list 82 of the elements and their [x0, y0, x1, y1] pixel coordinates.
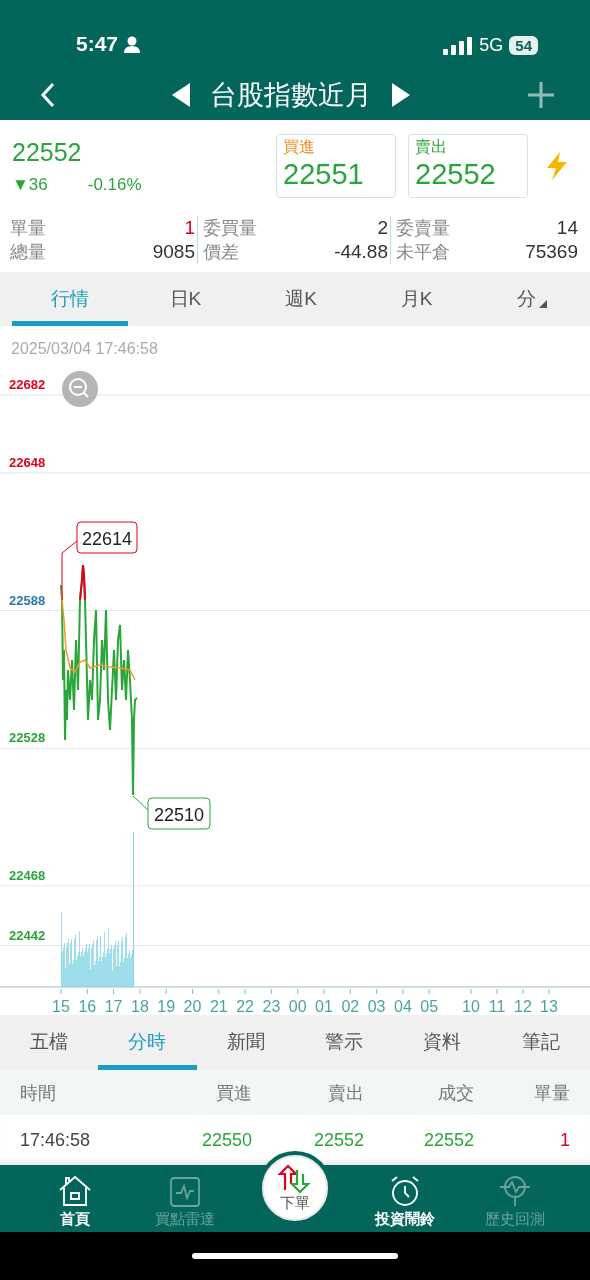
column-header: 賣出 [327, 1081, 364, 1105]
zoom-out-icon[interactable] [62, 371, 98, 407]
ask-button[interactable]: 賣出 22552 [408, 134, 528, 198]
axis-label: 17 [104, 998, 123, 1015]
axis-label: 22442 [9, 927, 46, 943]
chart-tab[interactable]: 週K [243, 272, 359, 326]
stat-label: 委買量 [203, 217, 257, 240]
stat-label: 委賣量 [396, 217, 450, 240]
table-cell-text: 22552 [422, 1129, 474, 1151]
network-label: 5G [479, 35, 504, 56]
stat-label: 未平倉 [396, 241, 450, 264]
table-cell-text: 1 [559, 1129, 570, 1151]
add-button[interactable] [526, 80, 556, 110]
axis-label: 03 [367, 998, 386, 1015]
stat-value: 2 [377, 217, 388, 239]
previous-button[interactable] [170, 82, 192, 108]
back-button[interactable] [40, 82, 56, 108]
last-price: 22552 [12, 138, 83, 167]
stat-value: 1 [184, 217, 195, 239]
stat-value: -44.88 [334, 241, 388, 263]
page-title: 台股指數近月 [210, 79, 372, 112]
stat-value: 9085 [152, 241, 195, 263]
low-callout: 22510 [132, 795, 211, 830]
axis-label: 22468 [9, 867, 46, 883]
column-header: 買進 [215, 1081, 252, 1105]
stat-value: 14 [556, 217, 578, 239]
chart-tab[interactable]: 月K [358, 272, 475, 326]
table-cell-text: 17:46:58 [20, 1129, 92, 1151]
axis-label: 22648 [9, 455, 46, 470]
column-header: 單量 [533, 1081, 570, 1105]
axis-label: 22682 [9, 377, 46, 392]
column-header: 時間 [20, 1081, 57, 1105]
chart-tab[interactable]: 日K [127, 272, 244, 326]
trade-arrows-icon [277, 1163, 313, 1194]
axis-label: 10 [462, 998, 480, 1015]
detail-tab[interactable]: 警示 [295, 1015, 394, 1070]
nav-item[interactable]: 首頁 [20, 1165, 130, 1232]
axis-label: 23 [262, 998, 281, 1015]
timestamp: 2025/03/04 17:46:58 [10, 339, 159, 359]
stat-label: 價差 [203, 241, 239, 264]
chart-tab[interactable]: 分 [474, 272, 590, 326]
axis-label: 19 [157, 998, 176, 1015]
signal-icon [443, 36, 474, 55]
table-cell-text: 22552 [312, 1129, 364, 1151]
clock-time: 5:47 [76, 32, 119, 56]
column-header: 成交 [437, 1081, 474, 1105]
axis-label: 21 [209, 998, 228, 1015]
axis-label: 11 [488, 998, 506, 1015]
detail-tab[interactable]: 五檔 [0, 1015, 99, 1070]
axis-label: 20 [183, 998, 202, 1015]
axis-label: 13 [540, 998, 558, 1015]
axis-label: 22588 [9, 592, 46, 608]
axis-label: 02 [341, 998, 360, 1015]
axis-label: 04 [394, 998, 412, 1015]
axis-label: 22 [236, 998, 254, 1015]
home-icon [58, 1175, 92, 1207]
stat-label: 總量 [10, 241, 46, 264]
peak-line [79, 564, 86, 601]
axis-label: 15 [52, 998, 70, 1015]
axis-label: 00 [288, 998, 307, 1015]
detail-tab[interactable]: 筆記 [491, 1015, 590, 1070]
lightning-icon[interactable] [544, 152, 570, 180]
high-callout: 22614 [61, 521, 138, 601]
pulse-pin-icon [498, 1175, 532, 1207]
stat-value: 75369 [525, 241, 578, 263]
nav-item[interactable]: 投資鬧鈴 [350, 1165, 460, 1232]
detail-tab[interactable]: 新聞 [196, 1015, 295, 1070]
next-button[interactable] [390, 82, 412, 108]
detail-tab[interactable]: 資料 [393, 1015, 492, 1070]
pulse-icon [169, 1177, 201, 1207]
axis-label: 12 [514, 998, 532, 1015]
axis-label: 16 [78, 998, 97, 1015]
axis-label: 01 [315, 998, 333, 1015]
person-icon [124, 35, 141, 53]
axis-label: 18 [131, 998, 149, 1015]
battery-indicator: 54 [509, 36, 538, 55]
price-change: ▼36 [12, 175, 48, 195]
stat-label: 單量 [10, 217, 46, 240]
axis-label: 22528 [9, 730, 46, 746]
table-cell-text: 22550 [200, 1129, 252, 1151]
change-percent: -0.16% [87, 175, 142, 195]
axis-label: 05 [420, 998, 439, 1015]
